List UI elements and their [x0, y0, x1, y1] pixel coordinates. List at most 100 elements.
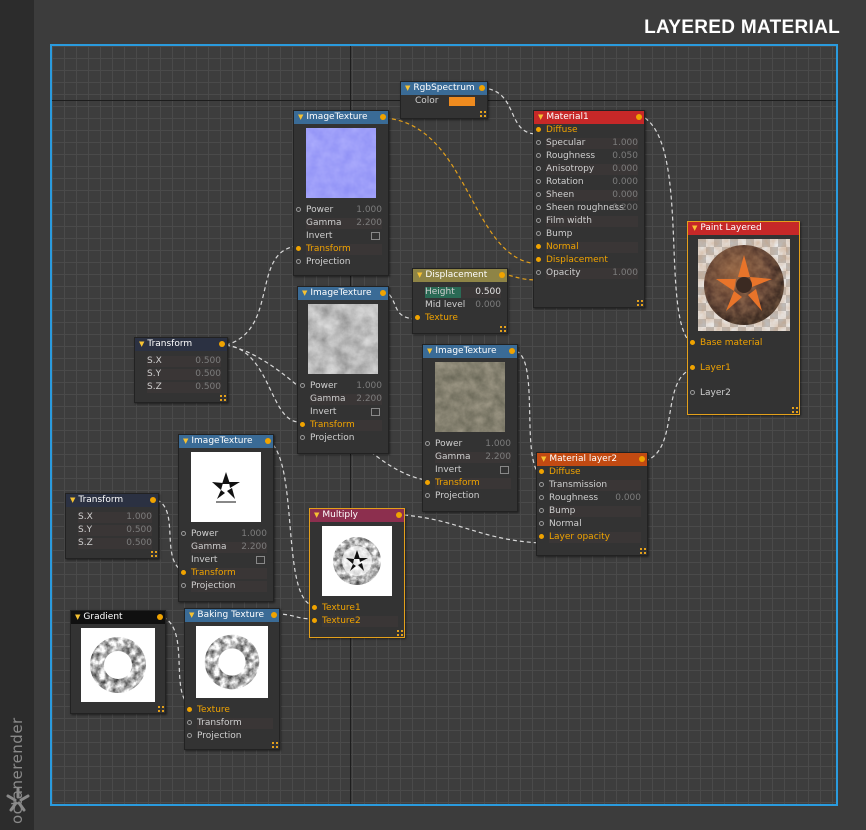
invert-checkbox[interactable]	[371, 408, 380, 416]
resize-handle-icon[interactable]	[158, 706, 164, 712]
input-pin[interactable]	[539, 495, 544, 500]
scale-x-row[interactable]: S.X 1.000	[66, 511, 158, 524]
node-header[interactable]: ▼ ImageTexture	[294, 111, 388, 124]
node-multiply[interactable]: ▼ Multiply Texture1 Texture2	[309, 508, 405, 638]
node-header[interactable]: ▼ RgbSpectrum	[401, 82, 487, 95]
output-pin[interactable]	[380, 114, 386, 120]
transform-row[interactable]: Transform	[298, 419, 388, 432]
node-image-texture-2[interactable]: ▼ ImageTexture Power 1.000 Gamma 2.200 Inve…	[297, 286, 389, 454]
output-pin[interactable]	[509, 348, 515, 354]
output-pin[interactable]	[479, 85, 485, 91]
invert-checkbox[interactable]	[256, 556, 265, 564]
input-pin[interactable]	[536, 179, 541, 184]
node-material-layer2[interactable]: ▼ Material layer2 Diffuse Transmission Roug…	[536, 452, 648, 556]
resize-handle-icon[interactable]	[500, 326, 506, 332]
input-pin[interactable]	[536, 270, 541, 275]
input-pin[interactable]	[536, 192, 541, 197]
output-pin[interactable]	[499, 272, 505, 278]
scale-x-row[interactable]: S.X 0.500	[135, 355, 227, 368]
input-pin[interactable]	[539, 469, 544, 474]
invert-row[interactable]: Invert	[179, 554, 273, 567]
resize-handle-icon[interactable]	[640, 548, 646, 554]
output-pin[interactable]	[380, 290, 386, 296]
input-row-normal[interactable]: Normal	[537, 518, 647, 531]
projection-row[interactable]: Projection	[185, 730, 279, 743]
output-pin[interactable]	[150, 497, 156, 503]
resize-handle-icon[interactable]	[272, 742, 278, 748]
input-pin[interactable]	[536, 166, 541, 171]
input-row-roughness[interactable]: Roughness 0.000	[537, 492, 647, 505]
input-row-sheen[interactable]: Sheen 0.000	[534, 189, 644, 202]
node-header[interactable]: ▼ Transform	[66, 494, 158, 507]
node-transform-2[interactable]: ▼ Transform S.X 1.000 S.Y 0.500 S.Z 0.500	[65, 493, 159, 559]
output-pin[interactable]	[636, 114, 642, 120]
resize-handle-icon[interactable]	[480, 111, 486, 117]
power-row[interactable]: Power 1.000	[298, 380, 388, 393]
node-header[interactable]: ▼ ImageTexture	[423, 345, 517, 358]
power-row[interactable]: Power 1.000	[294, 204, 388, 217]
output-pin[interactable]	[396, 512, 402, 518]
layer1-input[interactable]: Layer1	[688, 362, 799, 375]
texture1-input[interactable]: Texture1	[310, 602, 404, 615]
base-material-input[interactable]: Base material	[688, 337, 799, 350]
node-material1[interactable]: ▼ Material1 Diffuse Specular 1.000 Roughness…	[533, 110, 645, 308]
input-pin[interactable]	[539, 482, 544, 487]
input-pin[interactable]	[536, 218, 541, 223]
texture2-input[interactable]: Texture2	[310, 615, 404, 628]
input-row-layer-opacity[interactable]: Layer opacity	[537, 531, 647, 544]
input-row-sheen-roughness[interactable]: Sheen roughness 0.200	[534, 202, 644, 215]
node-transform-1[interactable]: ▼ Transform S.X 0.500 S.Y 0.500 S.Z 0.500	[134, 337, 228, 403]
projection-row[interactable]: Projection	[294, 256, 388, 269]
scale-z-row[interactable]: S.Z 0.500	[135, 381, 227, 394]
color-row[interactable]: Color	[401, 95, 487, 108]
power-row[interactable]: Power 1.000	[179, 528, 273, 541]
projection-row[interactable]: Projection	[423, 490, 517, 503]
gamma-row[interactable]: Gamma 2.200	[179, 541, 273, 554]
node-header[interactable]: ▼ Gradient	[71, 611, 165, 624]
node-baking-texture[interactable]: ▼ Baking Texture Texture Transform Projec…	[184, 608, 280, 750]
layer2-input[interactable]: Layer2	[688, 387, 799, 400]
input-row-roughness[interactable]: Roughness 0.050	[534, 150, 644, 163]
input-row-bump[interactable]: Bump	[534, 228, 644, 241]
node-header[interactable]: ▼ Transform	[135, 338, 227, 351]
input-row-anisotropy[interactable]: Anisotropy 0.000	[534, 163, 644, 176]
resize-handle-icon[interactable]	[151, 551, 157, 557]
scale-y-row[interactable]: S.Y 0.500	[135, 368, 227, 381]
input-pin[interactable]	[539, 534, 544, 539]
transform-row[interactable]: Transform	[423, 477, 517, 490]
node-displacement[interactable]: ▼ Displacement Height 0.500 Mid level 0.000…	[412, 268, 508, 334]
output-pin[interactable]	[639, 456, 645, 462]
node-image-texture-1[interactable]: ▼ ImageTexture Power 1.000 Gamma 2.200 Inve…	[293, 110, 389, 276]
invert-checkbox[interactable]	[371, 232, 380, 240]
input-pin[interactable]	[539, 508, 544, 513]
invert-row[interactable]: Invert	[423, 464, 517, 477]
input-row-diffuse[interactable]: Diffuse	[534, 124, 644, 137]
node-rgb-spectrum[interactable]: ▼ RgbSpectrum Color	[400, 81, 488, 119]
node-header[interactable]: ▼ Baking Texture	[185, 609, 279, 622]
projection-row[interactable]: Projection	[298, 432, 388, 445]
node-header[interactable]: ▼ Multiply	[310, 509, 404, 522]
input-row-displacement[interactable]: Displacement	[534, 254, 644, 267]
projection-row[interactable]: Projection	[179, 580, 273, 593]
input-pin[interactable]	[536, 153, 541, 158]
gamma-row[interactable]: Gamma 2.200	[294, 217, 388, 230]
input-pin[interactable]	[536, 140, 541, 145]
input-row-specular[interactable]: Specular 1.000	[534, 137, 644, 150]
input-pin[interactable]	[536, 205, 541, 210]
input-row-film-width[interactable]: Film width	[534, 215, 644, 228]
texture-input[interactable]: Texture	[413, 312, 507, 325]
node-header[interactable]: ▼ Material layer2	[537, 453, 647, 466]
output-pin[interactable]	[157, 614, 163, 620]
input-pin[interactable]	[536, 244, 541, 249]
transform-row[interactable]: Transform	[185, 717, 279, 730]
node-paint-layered[interactable]: ▼ Paint Layered Base material Layer1 Laye…	[687, 221, 800, 415]
output-pin[interactable]	[271, 612, 277, 618]
input-pin[interactable]	[536, 231, 541, 236]
node-header[interactable]: ▼ Material1	[534, 111, 644, 124]
resize-handle-icon[interactable]	[397, 630, 403, 636]
power-row[interactable]: Power 1.000	[423, 438, 517, 451]
output-pin[interactable]	[219, 341, 225, 347]
output-pin[interactable]	[265, 438, 271, 444]
transform-row[interactable]: Transform	[179, 567, 273, 580]
node-header[interactable]: ▼ Displacement	[413, 269, 507, 282]
